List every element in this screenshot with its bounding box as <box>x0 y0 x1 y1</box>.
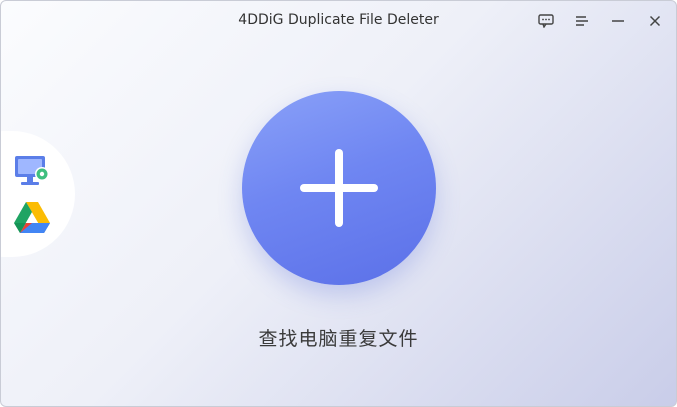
menu-button[interactable] <box>569 9 595 33</box>
computer-source-button[interactable] <box>13 153 51 189</box>
feedback-button[interactable] <box>533 9 559 33</box>
feedback-icon <box>538 14 554 28</box>
close-icon <box>649 15 661 27</box>
source-side-panel <box>1 131 75 257</box>
minimize-button[interactable] <box>605 9 631 33</box>
minimize-icon <box>611 15 625 27</box>
app-window: 4DDiG Duplicate File Deleter 查找电脑重复文件 <box>0 0 677 407</box>
title-bar[interactable]: 4DDiG Duplicate File Deleter <box>1 1 676 41</box>
menu-icon <box>575 15 589 27</box>
add-folder-button[interactable] <box>242 91 436 285</box>
google-drive-icon <box>13 202 51 239</box>
computer-icon <box>13 156 51 193</box>
google-drive-source-button[interactable] <box>13 199 51 235</box>
close-button[interactable] <box>642 9 668 33</box>
scan-computer-label: 查找电脑重复文件 <box>258 328 419 350</box>
